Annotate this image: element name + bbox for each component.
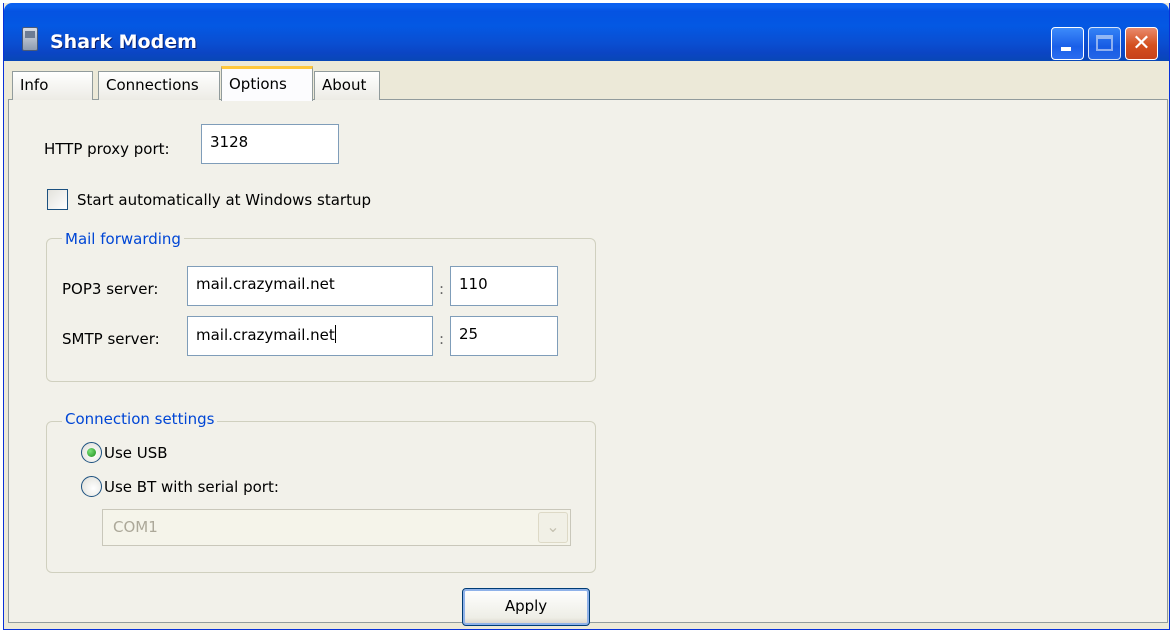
minimize-button[interactable]	[1051, 27, 1084, 60]
autostart-checkbox[interactable]	[47, 189, 68, 210]
tab-about[interactable]: About	[314, 71, 380, 100]
maximize-button[interactable]	[1088, 27, 1121, 60]
minimize-icon	[1061, 47, 1071, 51]
autostart-label: Start automatically at Windows startup	[77, 191, 371, 209]
use-usb-label: Use USB	[104, 444, 168, 462]
pop3-port-value: 110	[459, 275, 488, 293]
smtp-port-input[interactable]: 25	[450, 316, 558, 356]
serial-port-value: COM1	[113, 518, 158, 536]
title-bar[interactable]: Shark Modem ✕	[4, 3, 1169, 61]
apply-button[interactable]: Apply	[462, 588, 590, 626]
tab-options[interactable]: Options	[221, 66, 313, 101]
smtp-host-input[interactable]: mail.crazymail.net	[187, 316, 433, 356]
mail-forwarding-group	[46, 238, 596, 382]
chevron-down-icon[interactable]: ⌄	[538, 512, 568, 543]
tab-connections[interactable]: Connections	[98, 71, 220, 100]
use-bt-label: Use BT with serial port:	[104, 478, 279, 496]
pop3-host-value: mail.crazymail.net	[196, 275, 335, 293]
tab-panel-options: HTTP proxy port: 3128 Start automaticall…	[8, 99, 1168, 626]
radio-selected-dot	[87, 448, 96, 457]
close-icon: ✕	[1132, 31, 1151, 56]
connection-settings-legend: Connection settings	[62, 410, 218, 428]
smtp-server-label: SMTP server:	[62, 330, 160, 348]
text-caret	[334, 325, 336, 343]
smtp-port-separator: :	[439, 330, 445, 348]
close-button[interactable]: ✕	[1125, 27, 1158, 60]
http-proxy-port-input[interactable]: 3128	[201, 124, 339, 164]
pop3-port-input[interactable]: 110	[450, 266, 558, 306]
app-window: Shark Modem ✕ HTTP proxy port: 3128 Star…	[3, 3, 1170, 630]
serial-port-select[interactable]: COM1 ⌄	[102, 509, 571, 546]
pop3-host-input[interactable]: mail.crazymail.net	[187, 266, 433, 306]
http-proxy-port-value: 3128	[210, 133, 249, 151]
smtp-port-value: 25	[459, 325, 479, 343]
window-title: Shark Modem	[50, 31, 197, 53]
mail-forwarding-legend: Mail forwarding	[62, 230, 184, 248]
pop3-server-label: POP3 server:	[62, 280, 159, 298]
modem-icon	[22, 27, 38, 51]
maximize-icon	[1096, 35, 1113, 51]
smtp-host-value: mail.crazymail.net	[196, 326, 335, 344]
tab-info[interactable]: Info	[12, 71, 93, 100]
use-bt-radio[interactable]	[81, 476, 102, 497]
use-usb-radio[interactable]	[81, 442, 102, 463]
pop3-port-separator: :	[439, 280, 445, 298]
http-proxy-label: HTTP proxy port:	[44, 140, 170, 158]
